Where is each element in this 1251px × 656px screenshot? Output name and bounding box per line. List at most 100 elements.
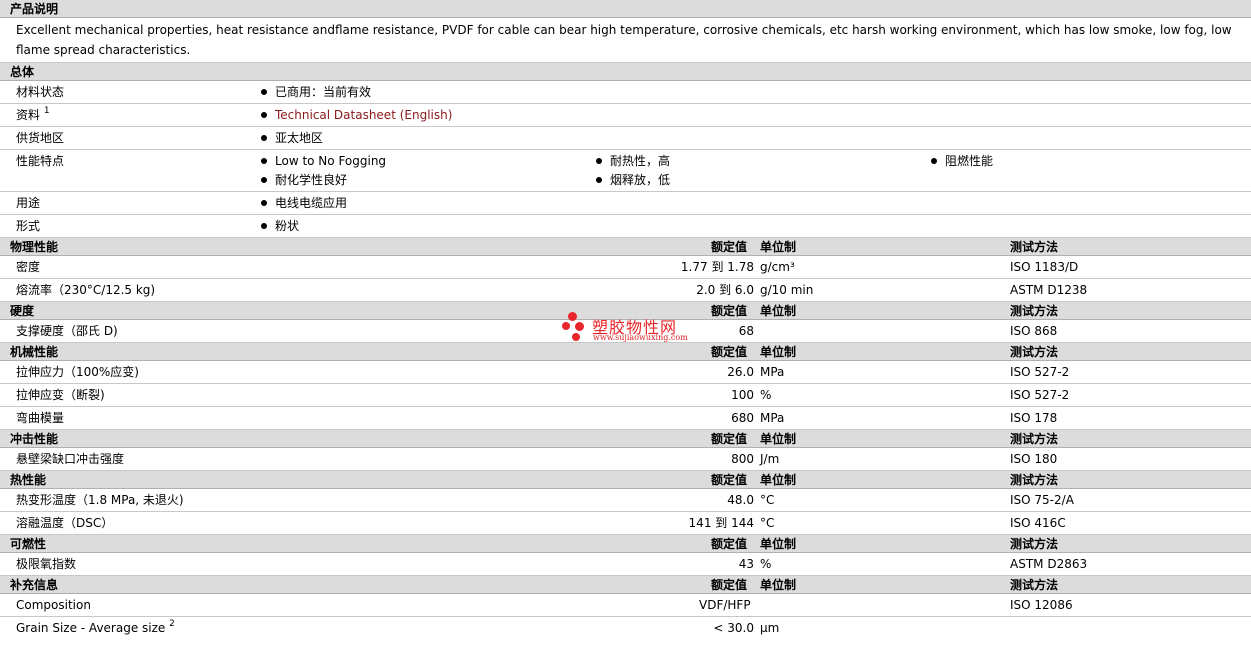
general-row-status: 材料状态 已商用：当前有效	[0, 81, 1251, 104]
property-unit: °C	[760, 493, 775, 507]
column-header-unit: 单位制	[760, 473, 797, 487]
section-title: 产品说明	[10, 2, 59, 16]
test-method: ISO 178	[1010, 411, 1058, 425]
column-header-value: 额定值	[711, 432, 748, 446]
section-title: 可燃性	[10, 537, 47, 551]
footnote-marker: 2	[169, 619, 175, 629]
column-header-test: 测试方法	[1010, 578, 1059, 592]
bullet-item: 阻燃性能	[931, 150, 993, 173]
row-label: 悬壁梁缺口冲击强度	[16, 452, 125, 466]
row-label: 材料状态	[16, 85, 65, 99]
row-label: 性能特点	[16, 154, 65, 168]
bullet-item: 电线电缆应用	[261, 192, 347, 215]
property-value: < 30.0	[713, 621, 754, 635]
column-header-unit: 单位制	[760, 240, 797, 254]
column-header-value: 额定值	[711, 473, 748, 487]
test-method: ISO 527-2	[1010, 388, 1070, 402]
test-method: ISO 12086	[1010, 598, 1073, 612]
column-header-test: 测试方法	[1010, 432, 1059, 446]
property-value: 1.77 到 1.78	[680, 260, 754, 274]
column-header-unit: 单位制	[760, 345, 797, 359]
property-value: 43	[738, 557, 754, 571]
watermark-logo: 塑胶物性网 www.sujiaowuxing.com	[562, 310, 702, 346]
property-unit: g/cm³	[760, 260, 795, 274]
test-method: ISO 75-2/A	[1010, 493, 1074, 507]
property-unit: MPa	[760, 365, 785, 379]
property-row: 溶融温度（DSC） 141 到 144 °C ISO 416C	[0, 512, 1251, 535]
property-row: 拉伸应变（断裂) 100 % ISO 527-2	[0, 384, 1251, 407]
logo-dot	[572, 333, 580, 341]
section-title: 热性能	[10, 473, 47, 487]
general-row-region: 供货地区 亚太地区	[0, 127, 1251, 150]
column-header-value: 额定值	[711, 345, 748, 359]
row-label-text: Grain Size - Average size	[16, 621, 166, 635]
property-unit: J/m	[760, 452, 780, 466]
column-header-test: 测试方法	[1010, 473, 1059, 487]
test-method: ISO 180	[1010, 452, 1058, 466]
column-header-test: 测试方法	[1010, 345, 1059, 359]
property-value: 141 到 144	[688, 516, 754, 530]
property-row: 弯曲模量 680 MPa ISO 178	[0, 407, 1251, 430]
section-header-description: 产品说明	[0, 0, 1251, 18]
row-label: 资料 1	[16, 104, 50, 127]
bullet-item: 粉状	[261, 215, 299, 238]
row-label: 溶融温度（DSC）	[16, 516, 114, 530]
row-label: 拉伸应力（100%应变)	[16, 365, 139, 379]
column-header-test: 测试方法	[1010, 304, 1059, 318]
column-header-value: 额定值	[711, 537, 748, 551]
test-method: ISO 527-2	[1010, 365, 1070, 379]
property-value: 680	[731, 411, 754, 425]
property-unit: %	[760, 388, 772, 402]
property-row: 极限氧指数 43 % ASTM D2863	[0, 553, 1251, 576]
row-label: Composition	[16, 598, 91, 612]
section-title: 总体	[10, 65, 35, 79]
general-row-form: 形式 粉状	[0, 215, 1251, 238]
row-label-text: 资料	[16, 108, 41, 122]
row-label: 供货地区	[16, 131, 65, 145]
column-header-unit: 单位制	[760, 304, 797, 318]
row-label: 密度	[16, 260, 41, 274]
general-row-features: 性能特点 Low to No Fogging 耐热性，高 阻燃性能 耐化学性良好…	[0, 150, 1251, 192]
property-unit: g/10 min	[760, 283, 814, 297]
bullet-item: 已商用：当前有效	[261, 81, 371, 104]
property-value: 2.0 到 6.0	[696, 283, 754, 297]
section-header-general: 总体	[0, 63, 1251, 81]
property-unit: MPa	[760, 411, 785, 425]
technical-datasheet-link[interactable]: Technical Datasheet (English)	[275, 108, 452, 122]
logo-dot	[562, 322, 570, 330]
logo-dot	[568, 312, 577, 321]
property-row: 熔流率（230°C/12.5 kg) 2.0 到 6.0 g/10 min AS…	[0, 279, 1251, 302]
row-label: 弯曲模量	[16, 411, 65, 425]
row-label: 极限氧指数	[16, 557, 77, 571]
property-row: 悬壁梁缺口冲击强度 800 J/m ISO 180	[0, 448, 1251, 471]
property-unit: %	[760, 557, 772, 571]
row-label: 支撑硬度（邵氏 D)	[16, 324, 118, 338]
product-description: Excellent mechanical properties, heat re…	[0, 18, 1251, 63]
section-header-thermal: 热性能 额定值 单位制 测试方法	[0, 471, 1251, 489]
row-label: 熔流率（230°C/12.5 kg)	[16, 283, 156, 297]
property-row: Composition VDF/HFP ISO 12086	[0, 594, 1251, 617]
bullet-item: 烟释放，低	[596, 169, 670, 192]
column-header-value: 额定值	[711, 578, 748, 592]
general-row-datasheet: 资料 1 Technical Datasheet (English)	[0, 104, 1251, 127]
row-label: Grain Size - Average size 2	[16, 617, 175, 640]
property-row: 密度 1.77 到 1.78 g/cm³ ISO 1183/D	[0, 256, 1251, 279]
column-header-unit: 单位制	[760, 578, 797, 592]
section-title: 冲击性能	[10, 432, 59, 446]
section-header-supplementary: 补充信息 额定值 单位制 测试方法	[0, 576, 1251, 594]
test-method: ISO 416C	[1010, 516, 1066, 530]
column-header-unit: 单位制	[760, 432, 797, 446]
column-header-test: 测试方法	[1010, 240, 1059, 254]
section-title: 补充信息	[10, 578, 59, 592]
row-label: 热变形温度（1.8 MPa, 未退火)	[16, 493, 184, 507]
property-row: 拉伸应力（100%应变) 26.0 MPa ISO 527-2	[0, 361, 1251, 384]
logo-dot	[575, 322, 584, 331]
section-header-flammability: 可燃性 额定值 单位制 测试方法	[0, 535, 1251, 553]
watermark-url: www.sujiaowuxing.com	[593, 333, 688, 342]
test-method: ASTM D2863	[1010, 557, 1088, 571]
section-title: 硬度	[10, 304, 35, 318]
column-header-test: 测试方法	[1010, 537, 1059, 551]
row-label: 用途	[16, 196, 41, 210]
footnote-marker: 1	[43, 106, 50, 116]
property-value: VDF/HFP	[699, 598, 751, 612]
